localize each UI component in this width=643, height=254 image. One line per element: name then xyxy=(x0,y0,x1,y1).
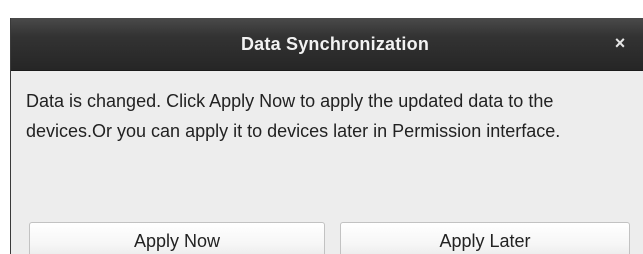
dialog-titlebar[interactable]: Data Synchronization × xyxy=(11,18,643,71)
apply-later-button[interactable]: Apply Later xyxy=(340,222,630,254)
apply-now-button[interactable]: Apply Now xyxy=(29,222,325,254)
close-icon[interactable]: × xyxy=(609,32,631,54)
screen-backdrop: Data Synchronization × Data is changed. … xyxy=(0,0,643,254)
dialog-title: Data Synchronization xyxy=(240,34,430,54)
dialog-message: Data is changed. Click Apply Now to appl… xyxy=(26,91,561,141)
data-synchronization-dialog: Data Synchronization × Data is changed. … xyxy=(10,18,643,254)
